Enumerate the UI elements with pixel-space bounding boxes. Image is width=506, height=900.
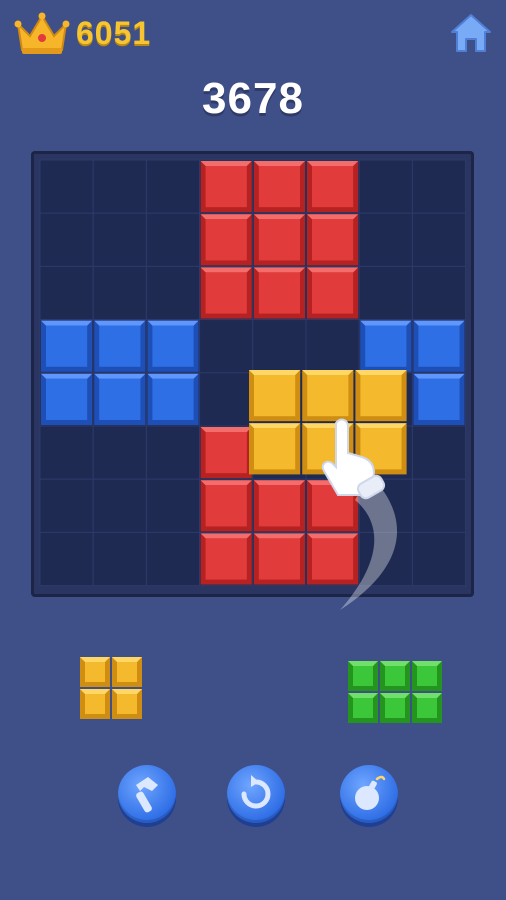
block-red	[307, 214, 359, 266]
board-cell[interactable]	[39, 478, 94, 533]
best-score-value: 6051	[76, 14, 152, 51]
block-red	[200, 161, 252, 213]
tray-block-yellow	[80, 689, 110, 719]
board-cell[interactable]	[358, 531, 413, 587]
board-cell[interactable]	[305, 319, 360, 374]
board-cell[interactable]	[358, 159, 413, 214]
rotate-icon	[241, 775, 271, 809]
block-blue	[41, 373, 93, 425]
board-cell[interactable]	[92, 478, 147, 533]
block-blue	[147, 320, 199, 372]
board-grid[interactable]	[31, 151, 474, 597]
rotate-button[interactable]	[227, 765, 285, 823]
tray-block-green	[380, 661, 410, 691]
board-cell[interactable]	[39, 212, 94, 267]
home-button[interactable]	[448, 10, 494, 56]
board-cell[interactable]	[411, 265, 467, 321]
tray-block-green	[412, 693, 442, 723]
board-cell[interactable]	[145, 265, 201, 321]
best-score: 6051	[14, 10, 151, 56]
tray-piece-green[interactable]	[347, 660, 443, 729]
board-cell[interactable]	[411, 425, 467, 480]
block-blue	[413, 320, 465, 372]
board-cell[interactable]	[145, 159, 201, 214]
board-cell[interactable]	[411, 531, 467, 587]
board-cell[interactable]	[411, 159, 467, 214]
block-red	[253, 480, 305, 532]
bomb-button[interactable]	[340, 765, 398, 823]
block-blue	[147, 373, 199, 425]
tray-block-green	[348, 693, 378, 723]
dragging-block-yellow	[249, 370, 301, 422]
block-red	[307, 533, 359, 585]
block-red	[200, 267, 252, 319]
current-score: 3678	[202, 74, 304, 123]
block-red	[307, 161, 359, 213]
board-cell[interactable]	[199, 372, 254, 427]
tray-block-yellow	[112, 657, 142, 687]
board-cell[interactable]	[199, 319, 254, 374]
board-cell[interactable]	[358, 478, 413, 533]
block-blue	[94, 373, 146, 425]
block-red	[200, 427, 252, 479]
tray-block-green	[380, 693, 410, 723]
board-cell[interactable]	[39, 265, 94, 321]
board-cell[interactable]	[92, 425, 147, 480]
block-red	[253, 533, 305, 585]
block-blue	[94, 320, 146, 372]
dragging-block-yellow	[355, 423, 407, 475]
game-board[interactable]	[31, 151, 474, 597]
top-bar: 6051	[0, 0, 506, 70]
board-cell[interactable]	[358, 265, 413, 321]
hammer-button[interactable]	[118, 765, 176, 823]
board-cell[interactable]	[92, 159, 147, 214]
board-cell[interactable]	[145, 212, 201, 267]
board-cell[interactable]	[411, 212, 467, 267]
block-red	[253, 267, 305, 319]
board-cell[interactable]	[358, 212, 413, 267]
board-cell[interactable]	[252, 319, 307, 374]
dragging-block-yellow	[355, 370, 407, 422]
dragging-block-yellow	[249, 423, 301, 475]
block-blue	[41, 320, 93, 372]
bomb-icon	[355, 775, 386, 810]
block-blue	[360, 320, 412, 372]
block-red	[307, 267, 359, 319]
block-red	[200, 533, 252, 585]
block-red	[253, 214, 305, 266]
home-icon	[451, 14, 491, 52]
board-cell[interactable]	[145, 425, 201, 480]
dragging-block-yellow	[302, 423, 354, 475]
board-cell[interactable]	[92, 265, 147, 321]
board-cell[interactable]	[92, 531, 147, 587]
block-blue	[413, 373, 465, 425]
dragging-block-yellow	[302, 370, 354, 422]
board-cell[interactable]	[145, 531, 201, 587]
tray-block-green	[412, 661, 442, 691]
hammer-icon	[136, 777, 158, 813]
tray-piece-yellow[interactable]	[79, 656, 143, 725]
block-red	[253, 161, 305, 213]
tray-block-yellow	[112, 689, 142, 719]
board-cell[interactable]	[145, 478, 201, 533]
tray-block-yellow	[80, 657, 110, 687]
block-red	[200, 480, 252, 532]
board-cell[interactable]	[39, 425, 94, 480]
block-red	[200, 214, 252, 266]
board-cell[interactable]	[39, 531, 94, 587]
board-cell[interactable]	[92, 212, 147, 267]
board-cell[interactable]	[39, 159, 94, 214]
tray-block-green	[348, 661, 378, 691]
block-red	[307, 480, 359, 532]
crown-icon	[14, 12, 70, 54]
board-cell[interactable]	[411, 478, 467, 533]
